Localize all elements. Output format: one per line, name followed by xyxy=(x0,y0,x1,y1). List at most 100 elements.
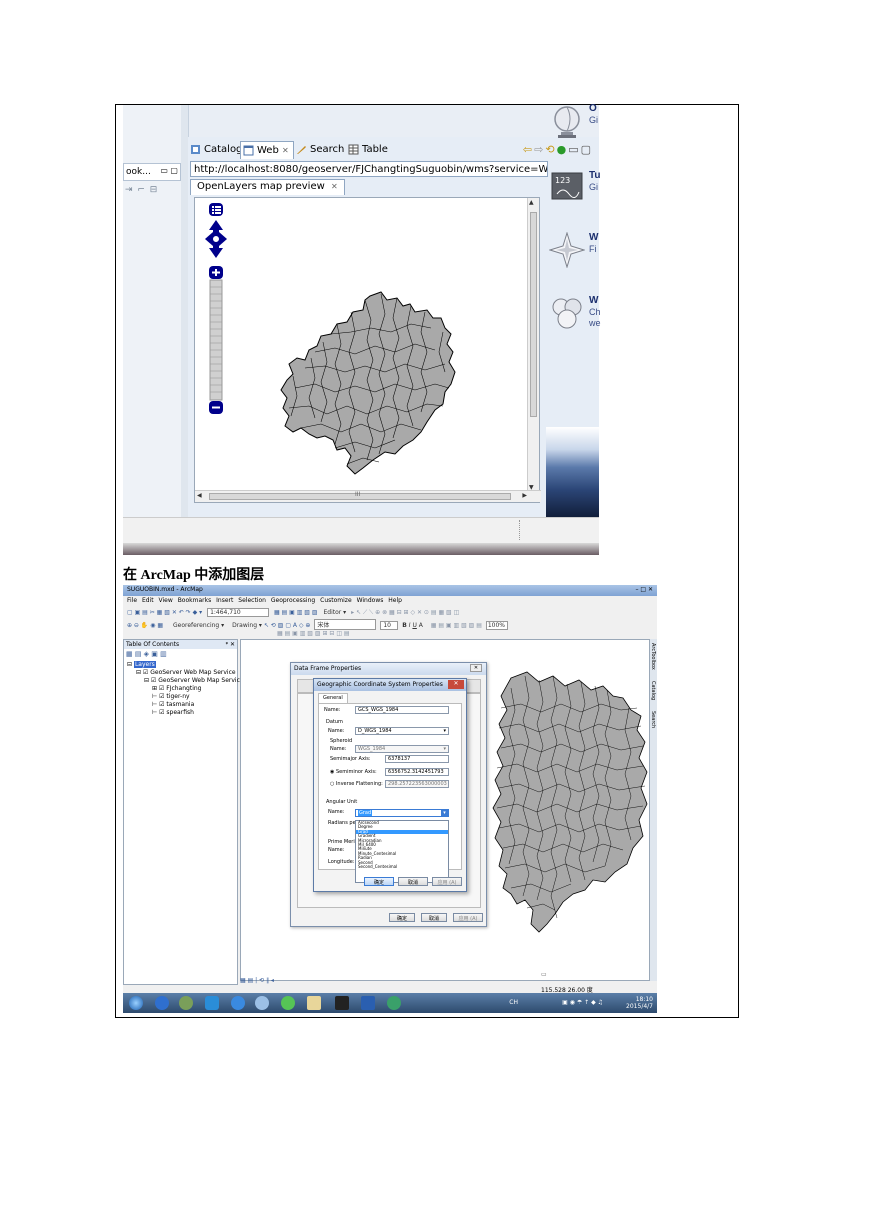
start-button-icon[interactable] xyxy=(129,996,143,1010)
zoom-in-icon[interactable] xyxy=(209,266,223,279)
arcmap-icon[interactable] xyxy=(387,996,401,1010)
openlayers-map[interactable]: ▲ ▼ ◀ III ▶ xyxy=(194,197,541,503)
drawing-icons[interactable]: ↖ ⟲ ▨ ▢ A ◇ ⊕ xyxy=(264,622,311,629)
cancel-button[interactable]: 取消 xyxy=(398,877,428,886)
tray-icons[interactable]: ▣ ◉ ☂ ↑ ◆ ♫ xyxy=(562,999,603,1006)
angular-unit-dropdown[interactable]: Arcsecond Degree Grad Gradient Microradi… xyxy=(355,820,449,883)
toc-layer[interactable]: ⊢ ☑ spearfish xyxy=(152,709,194,716)
tab-openlayers-preview[interactable]: OpenLayers map preview ✕ xyxy=(190,179,345,195)
scroll-thumb[interactable]: III xyxy=(209,491,511,500)
inverse-flattening-radio[interactable]: ○ Inverse Flattening: xyxy=(330,781,383,787)
semiminor-radio[interactable]: ◉ Semiminor Axis: xyxy=(330,769,377,775)
toolbar-icons-4[interactable]: ▦ ▤ ▣ ▥ ▧ ▨ ⊞ ⊟ ◫ ▤ xyxy=(277,630,350,637)
georeferencing-menu[interactable]: Georeferencing ▾ xyxy=(173,622,224,629)
tab-web[interactable]: Web ✕ xyxy=(240,141,294,159)
app-icon[interactable] xyxy=(179,996,193,1010)
scale-field[interactable]: 1:464,710 xyxy=(207,608,270,617)
angular-unit-select[interactable]: Grad ▾ xyxy=(355,809,449,817)
tools-icons[interactable]: ⊕ ⊖ ✋ ◉ ▦ xyxy=(127,622,163,629)
name-field[interactable]: GCS_WGS_1984 xyxy=(355,706,449,714)
ok-button[interactable]: 确定 xyxy=(389,913,415,922)
datum-select[interactable]: D_WGS_1984 ▾ xyxy=(355,727,449,735)
toc-layer[interactable]: ⊟ ☑ GeoServer Web Map Service xyxy=(144,677,244,684)
toc-layer-root[interactable]: ⊟ Layers xyxy=(127,661,156,668)
toc-layer[interactable]: ⊢ ☑ tasmania xyxy=(152,701,194,708)
menu-help[interactable]: Help xyxy=(388,597,402,604)
close-icon[interactable]: ✕ xyxy=(448,680,464,689)
close-icon[interactable]: ✕ xyxy=(331,182,338,191)
close-icon[interactable]: ✕ xyxy=(470,664,482,672)
welcome-item-overview[interactable]: O Gi xyxy=(546,103,740,143)
left-minimized-tab[interactable]: ook... ▭ ▢ xyxy=(123,163,181,181)
close-icon[interactable]: ✕ xyxy=(282,146,289,155)
welcome-item-whatsnew[interactable]: W Fi xyxy=(546,232,740,272)
app-icon[interactable] xyxy=(205,996,219,1010)
url-input[interactable]: http://localhost:8080/geoserver/FJChangt… xyxy=(190,161,548,177)
menu-bookmarks[interactable]: Bookmarks xyxy=(178,597,212,604)
back-arrow-icon[interactable]: ⇦ xyxy=(523,143,534,156)
menu-view[interactable]: View xyxy=(159,597,173,604)
forward-arrow-icon[interactable]: ⇨ xyxy=(534,143,545,156)
folder-icon[interactable] xyxy=(307,996,321,1010)
tab-catalog[interactable]: Catalog xyxy=(188,141,246,159)
menu-customize[interactable]: Customize xyxy=(320,597,352,604)
scroll-right-icon[interactable]: ▶ xyxy=(522,492,527,499)
horizontal-scrollbar[interactable]: ◀ III ▶ xyxy=(195,490,541,502)
toolbar-icons-3[interactable]: ▸ ↖ ⟋ ⟍ ⊕ ⊗ ▦ ⊟ ⊞ ◇ ✕ ⊙ ▤ ▦ ▧ ◫ xyxy=(351,609,459,616)
welcome-item-samples[interactable]: W Ch we xyxy=(546,295,740,335)
minimize-maximize-icons[interactable]: ▭ ▢ xyxy=(160,166,178,175)
menu-selection[interactable]: Selection xyxy=(238,597,266,604)
view-toggle-icons[interactable]: ▦ ▤ | ⟲ ∥ ◂ xyxy=(240,977,274,984)
tray-date[interactable]: 2015/4/7 xyxy=(626,1003,653,1010)
browser-icon[interactable] xyxy=(231,996,245,1010)
menu-file[interactable]: File xyxy=(127,597,137,604)
standard-toolbar[interactable]: ▢ ▣ ▤ ✂ ▦ ▧ ✕ ↶ ↷ ◆ ▾ 1:464,710 ▦ ▤ ▣ ▥ … xyxy=(123,607,657,617)
tab-catalog[interactable]: Catalog xyxy=(650,681,656,700)
drawing-menu[interactable]: Drawing ▾ xyxy=(232,622,262,629)
tab-table[interactable]: Table xyxy=(346,141,392,159)
layout-icons[interactable]: ▦ ▤ ▣ ▥ ▧ ▨ ▤ xyxy=(431,622,482,629)
word-icon[interactable] xyxy=(361,996,375,1010)
semiminor-field[interactable]: 6356752.3142451793 xyxy=(385,768,449,776)
cancel-button[interactable]: 取消 xyxy=(421,913,447,922)
menu-insert[interactable]: Insert xyxy=(216,597,233,604)
app-icon[interactable] xyxy=(155,996,169,1010)
editor-menu[interactable]: Editor ▾ xyxy=(323,609,346,616)
toc-layer[interactable]: ⊢ ☑ tiger-ny xyxy=(152,693,190,700)
tab-search[interactable]: Search xyxy=(650,711,656,728)
app-icon[interactable] xyxy=(255,996,269,1010)
pan-control-icon[interactable] xyxy=(205,220,227,258)
apply-button[interactable]: 应用 (A) xyxy=(432,877,462,886)
scroll-left-icon[interactable]: ◀ xyxy=(197,492,202,499)
toolbar-icons-2[interactable]: ▦ ▤ ▣ ▥ ▧ ▨ xyxy=(274,609,318,616)
layer-switcher-icon[interactable] xyxy=(209,203,223,216)
toc-layer[interactable]: ⊞ ☑ FJchangting xyxy=(152,685,201,692)
text-style-icons[interactable]: B I U A xyxy=(402,622,423,629)
window-controls[interactable]: – □ ✕ xyxy=(635,586,653,593)
menu-windows[interactable]: Windows xyxy=(357,597,384,604)
tab-search[interactable]: Search xyxy=(294,141,348,159)
zoom-out-icon[interactable] xyxy=(209,401,223,414)
scroll-up-icon[interactable]: ▲ xyxy=(529,199,534,206)
toolbar-icons[interactable]: ▢ ▣ ▤ ✂ ▦ ▧ ✕ ↶ ↷ ◆ ▾ xyxy=(127,609,202,616)
dropdown-option[interactable]: Second_Centesimal xyxy=(356,864,448,869)
tray-language[interactable]: CH xyxy=(509,999,518,1006)
tab-arctoolbox[interactable]: ArcToolbox xyxy=(650,643,656,670)
menu-geoprocessing[interactable]: Geoprocessing xyxy=(271,597,315,604)
map-bottom-scroll[interactable]: ▭ xyxy=(541,971,547,978)
pin-close-icons[interactable]: ᵠ ✕ xyxy=(226,641,235,648)
semimajor-field[interactable]: 6378137 xyxy=(385,755,449,763)
zoom-slider[interactable] xyxy=(209,279,223,401)
tools-toolbar[interactable]: ⊕ ⊖ ✋ ◉ ▦ Georeferencing ▾ Drawing ▾ ↖ ⟲… xyxy=(123,618,657,630)
inverse-flattening-field[interactable]: 298.257223563000003 xyxy=(385,780,449,788)
apply-button[interactable]: 应用 (A) xyxy=(453,913,483,922)
left-tool-icons[interactable]: ⇥ ⌐ ⊟ xyxy=(125,185,158,195)
toc-layer[interactable]: ⊟ ☑ GeoServer Web Map Service xyxy=(136,669,236,676)
scroll-thumb[interactable] xyxy=(530,212,537,417)
welcome-item-tutorials[interactable]: 123 Tu Gi xyxy=(546,170,740,210)
openlayers-pan-zoom-bar[interactable] xyxy=(205,203,227,418)
tray-time[interactable]: 18:10 xyxy=(626,996,653,1003)
tools-toolbar-3[interactable]: ▦ ▤ ▣ ▥ ▧ ▨ ⊞ ⊟ ◫ ▤ xyxy=(123,629,657,639)
ok-button[interactable]: 确定 xyxy=(364,877,394,886)
terminal-icon[interactable] xyxy=(335,996,349,1010)
